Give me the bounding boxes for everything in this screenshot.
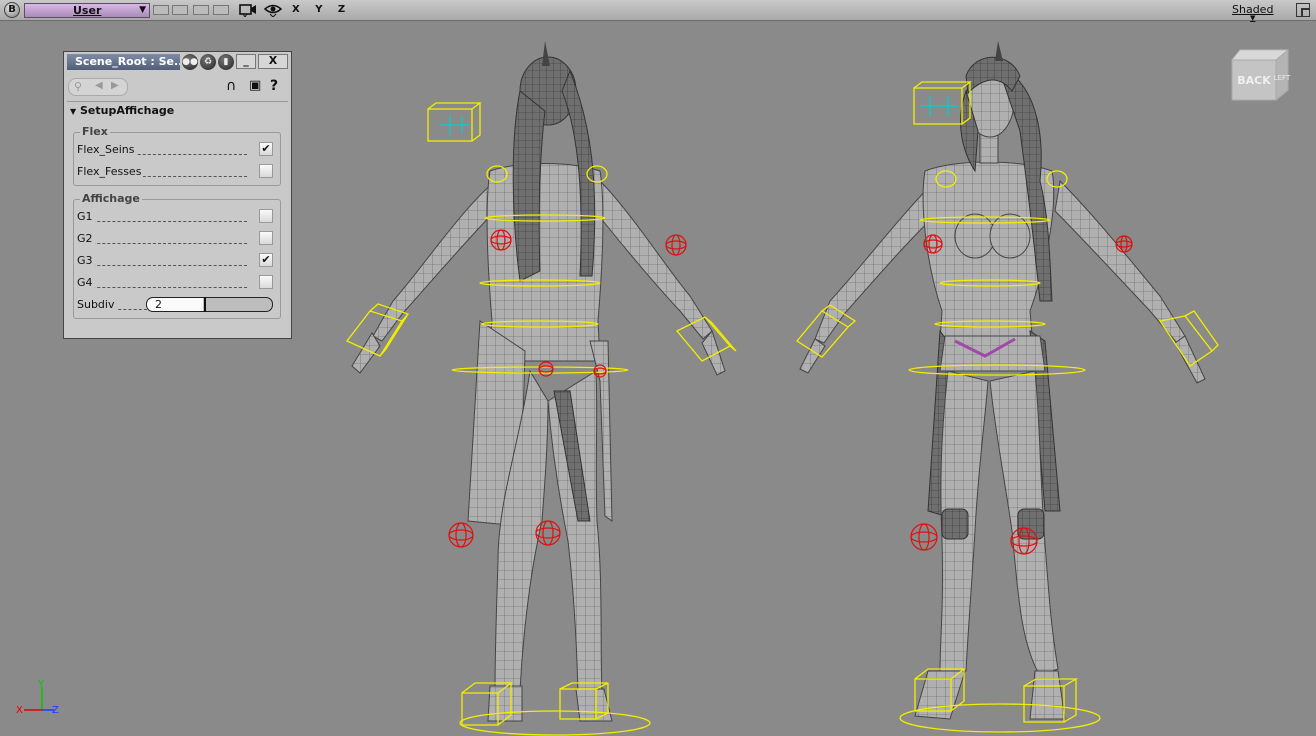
- next-arrow-icon[interactable]: ▶: [111, 80, 119, 91]
- property-panel: Scene_Root : Se... ●● ♻ ▮ _ X ⚲ ◀ ▶ ∩ ▣ …: [63, 51, 292, 339]
- param-label: G3: [77, 254, 95, 267]
- divider: [67, 101, 288, 102]
- axis-z-label: Z: [52, 705, 59, 716]
- section-header[interactable]: ▼ SetupAffichage: [70, 104, 174, 117]
- previous-arrow-icon[interactable]: ◀: [95, 80, 103, 91]
- param-label: G1: [77, 210, 95, 223]
- axes-label[interactable]: X Y Z: [292, 4, 351, 15]
- axis-x-label: X: [16, 705, 23, 716]
- collapse-triangle-icon[interactable]: ▼: [70, 107, 76, 116]
- panel-title[interactable]: Scene_Root : Se...: [67, 54, 180, 70]
- layout-slot-4[interactable]: [213, 5, 229, 15]
- g3-checkbox[interactable]: ✔: [259, 253, 273, 267]
- flex-group: Flex Flex_Seins ✔ Flex_Fesses: [73, 125, 281, 186]
- axis-gizmo: Y X Z: [14, 675, 64, 725]
- layers-icon[interactable]: ▣: [249, 78, 261, 96]
- camera-dropdown-label: User: [73, 4, 102, 17]
- param-label: G4: [77, 276, 95, 289]
- camera-icon[interactable]: [239, 3, 257, 21]
- magnet-icon[interactable]: ∩: [226, 78, 236, 96]
- leader-dots: [77, 221, 247, 222]
- display-mode-dropdown[interactable]: Shaded ▼: [1232, 3, 1273, 22]
- close-button[interactable]: X: [258, 54, 288, 69]
- g2-checkbox[interactable]: [259, 231, 273, 245]
- g4-checkbox[interactable]: [259, 275, 273, 289]
- param-row: G4: [77, 274, 277, 292]
- param-row: Flex_Seins ✔: [77, 141, 277, 159]
- key-icon[interactable]: ⚲: [74, 80, 82, 93]
- layout-slot-2[interactable]: [172, 5, 188, 15]
- view-cube-front-face[interactable]: BACK: [1237, 74, 1271, 87]
- param-row: Subdiv: [77, 296, 157, 314]
- param-row: Flex_Fesses: [77, 163, 277, 181]
- param-row: G2: [77, 230, 277, 248]
- slider-thumb[interactable]: [204, 297, 206, 312]
- g1-checkbox[interactable]: [259, 209, 273, 223]
- minimize-button[interactable]: _: [236, 54, 256, 69]
- param-row: G1: [77, 208, 277, 226]
- navigation-buttons: ⚲ ◀ ▶: [68, 78, 128, 96]
- leader-dots: [77, 287, 247, 288]
- param-label: Flex_Seins: [77, 143, 137, 156]
- spy-icon[interactable]: ●●: [182, 54, 198, 70]
- recycle-icon[interactable]: ♻: [200, 54, 216, 70]
- view-cube[interactable]: BACK LEFT: [1230, 46, 1294, 104]
- param-label: G2: [77, 232, 95, 245]
- view-cube-side-face[interactable]: LEFT: [1274, 74, 1291, 82]
- subdiv-value[interactable]: 2: [155, 298, 162, 311]
- param-label: Subdiv: [77, 298, 117, 311]
- subdiv-slider[interactable]: 2: [146, 297, 273, 312]
- leader-dots: [77, 243, 247, 244]
- flex-seins-checkbox[interactable]: ✔: [259, 142, 273, 156]
- chevron-down-icon: ▼: [139, 5, 146, 15]
- maximize-viewport-button[interactable]: [1296, 3, 1310, 17]
- character-front-view[interactable]: [799, 41, 1206, 720]
- camera-dropdown[interactable]: User ▼: [24, 3, 150, 18]
- leader-dots: [77, 265, 247, 266]
- axis-y-label: Y: [37, 679, 45, 690]
- viewport-toolbar: B User ▼ X Y Z Shaded ▼: [0, 0, 1316, 22]
- eye-icon[interactable]: [263, 3, 283, 21]
- param-label: Flex_Fesses: [77, 165, 144, 178]
- flex-group-label: Flex: [80, 125, 110, 138]
- layout-slot-1[interactable]: [153, 5, 169, 15]
- flex-fesses-checkbox[interactable]: [259, 164, 273, 178]
- viewport-menu-button[interactable]: B: [4, 2, 20, 18]
- character-back-view[interactable]: [351, 41, 726, 722]
- lock-icon[interactable]: ▮: [218, 54, 234, 70]
- affichage-group: Affichage G1 G2 G3 ✔ G4 Subdiv 2: [73, 192, 281, 319]
- layout-slot-3[interactable]: [193, 5, 209, 15]
- affichage-group-label: Affichage: [80, 192, 142, 205]
- section-title: SetupAffichage: [80, 104, 175, 117]
- help-icon[interactable]: ?: [270, 78, 278, 96]
- param-row: G3 ✔: [77, 252, 277, 270]
